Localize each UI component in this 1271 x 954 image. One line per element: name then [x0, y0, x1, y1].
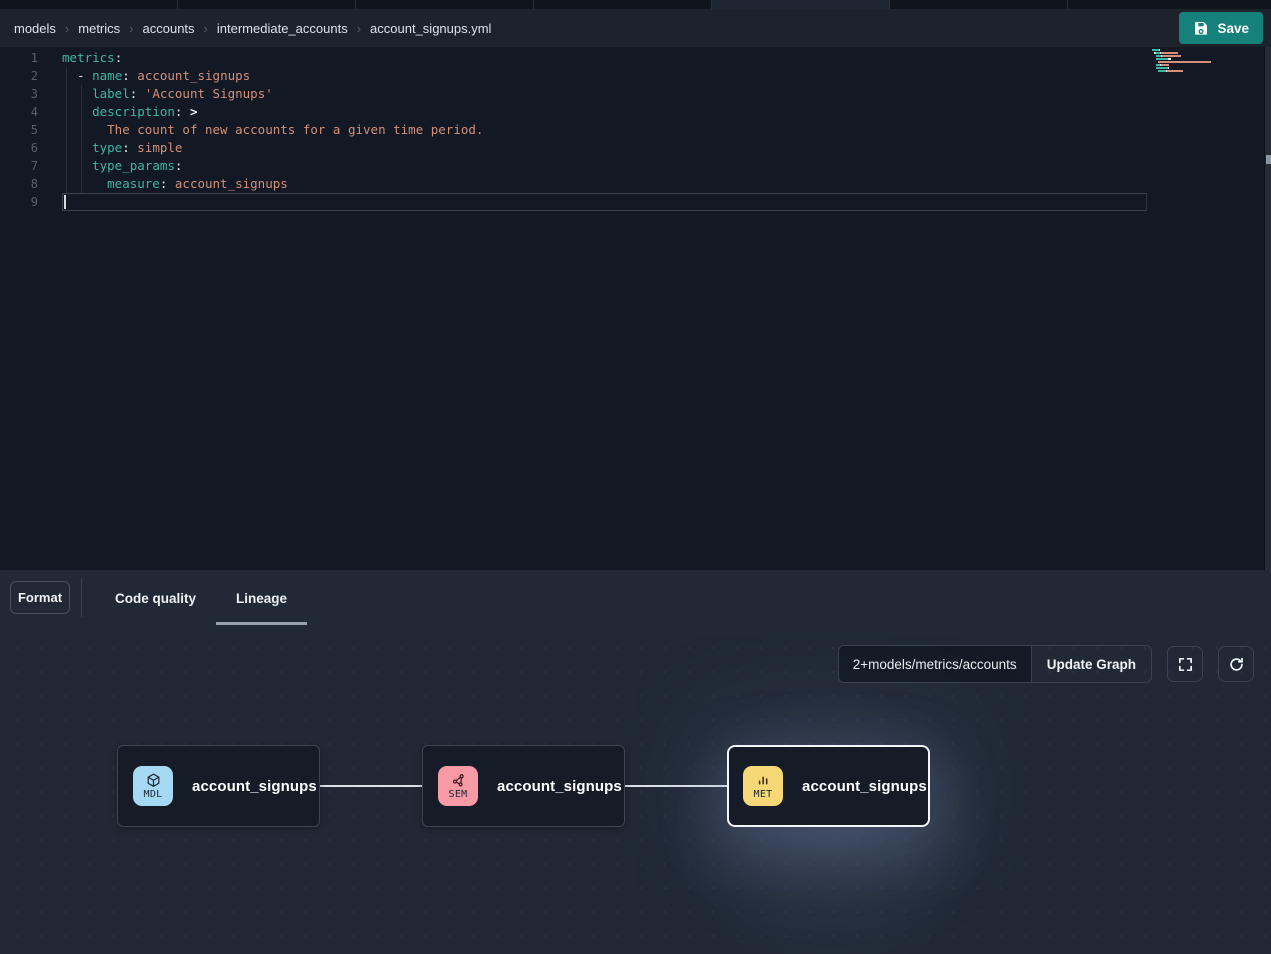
node-badge-label: MDL — [144, 789, 163, 800]
line-number: 3 — [0, 85, 38, 103]
model-cube-icon — [145, 772, 162, 789]
node-label: account_signups — [497, 778, 622, 795]
line-number: 5 — [0, 121, 38, 139]
bottom-panel: Format Code qualityLineage Update Graph — [0, 570, 1271, 954]
format-button[interactable]: Format — [10, 581, 70, 614]
editor-tab[interactable] — [890, 0, 1068, 9]
semantic-model-icon-badge: SEM — [438, 766, 478, 806]
editor-tab[interactable] — [1068, 0, 1271, 9]
node-badge-label: SEM — [449, 789, 468, 800]
code-line: 3 label: 'Account Signups' — [0, 85, 1271, 103]
code-line: 2 - name: account_signups — [0, 67, 1271, 85]
minimap[interactable] — [1152, 49, 1214, 73]
code-line: 6 type: simple — [0, 139, 1271, 157]
line-number: 8 — [0, 175, 38, 193]
chevron-right-icon: › — [129, 21, 133, 36]
breadcrumb: models › metrics › accounts › intermediate_acc… — [14, 21, 491, 36]
lineage-graph: MDL account_signups SEM account_signups MET a… — [0, 625, 1271, 954]
editor-tab[interactable] — [178, 0, 356, 9]
model-cube-icon-badge: MDL — [133, 766, 173, 806]
lineage-edge — [320, 785, 424, 787]
lineage-edge — [625, 785, 728, 787]
breadcrumb-item[interactable]: models — [14, 21, 56, 36]
semantic-model-icon — [450, 772, 467, 789]
scrollbar-thumb[interactable] — [1266, 155, 1271, 164]
editor-tab[interactable] — [0, 0, 178, 9]
line-number: 7 — [0, 157, 38, 175]
panel-tab-bar: Format Code qualityLineage — [0, 570, 1271, 625]
save-floppy-icon — [1193, 20, 1209, 36]
breadcrumb-item[interactable]: account_signups.yml — [370, 21, 491, 36]
node-label: account_signups — [802, 778, 927, 795]
metric-chart-icon — [755, 772, 772, 789]
save-button-label: Save — [1217, 21, 1249, 36]
node-label: account_signups — [192, 778, 317, 795]
code-line: 9 — [0, 193, 1271, 211]
editor-scrollbar[interactable] — [1264, 47, 1271, 570]
code-line: 1metrics: — [0, 49, 1271, 67]
editor-tab-strip — [0, 0, 1271, 9]
line-number: 9 — [0, 193, 38, 211]
code-line: 8 measure: account_signups — [0, 175, 1271, 193]
chevron-right-icon: › — [65, 21, 69, 36]
editor-tab[interactable] — [534, 0, 712, 9]
panel-tabs: Code qualityLineage — [95, 570, 307, 625]
metric-chart-icon-badge: MET — [743, 766, 783, 806]
line-number: 2 — [0, 67, 38, 85]
tab-code-quality[interactable]: Code quality — [95, 570, 216, 625]
divider — [81, 578, 82, 617]
tab-lineage[interactable]: Lineage — [216, 570, 307, 625]
lineage-canvas[interactable]: Update Graph — [0, 625, 1271, 954]
line-number: 6 — [0, 139, 38, 157]
node-badge-label: MET — [754, 789, 773, 800]
code-line: 7 type_params: — [0, 157, 1271, 175]
chevron-right-icon: › — [204, 21, 208, 36]
code-line: 5 The count of new accounts for a given … — [0, 121, 1271, 139]
ide-window: models › metrics › accounts › intermediate_acc… — [0, 0, 1271, 954]
code-editor[interactable]: 1metrics:2 - name: account_signups3 labe… — [0, 47, 1271, 570]
breadcrumb-item[interactable]: accounts — [143, 21, 195, 36]
code-line: 4 description: > — [0, 103, 1271, 121]
save-button[interactable]: Save — [1179, 12, 1263, 44]
breadcrumb-bar: models › metrics › accounts › intermediate_acc… — [0, 9, 1271, 47]
editor-tab[interactable] — [356, 0, 534, 9]
lineage-node-mdl[interactable]: MDL account_signups — [117, 745, 320, 827]
lineage-node-met[interactable]: MET account_signups — [727, 745, 930, 827]
editor-tab-active[interactable] — [712, 0, 890, 9]
breadcrumb-item[interactable]: intermediate_accounts — [217, 21, 348, 36]
chevron-right-icon: › — [357, 21, 361, 36]
line-number: 4 — [0, 103, 38, 121]
line-number: 1 — [0, 49, 38, 67]
code-lines: 1metrics:2 - name: account_signups3 labe… — [0, 49, 1271, 211]
breadcrumb-item[interactable]: metrics — [78, 21, 120, 36]
lineage-node-sem[interactable]: SEM account_signups — [422, 745, 625, 827]
